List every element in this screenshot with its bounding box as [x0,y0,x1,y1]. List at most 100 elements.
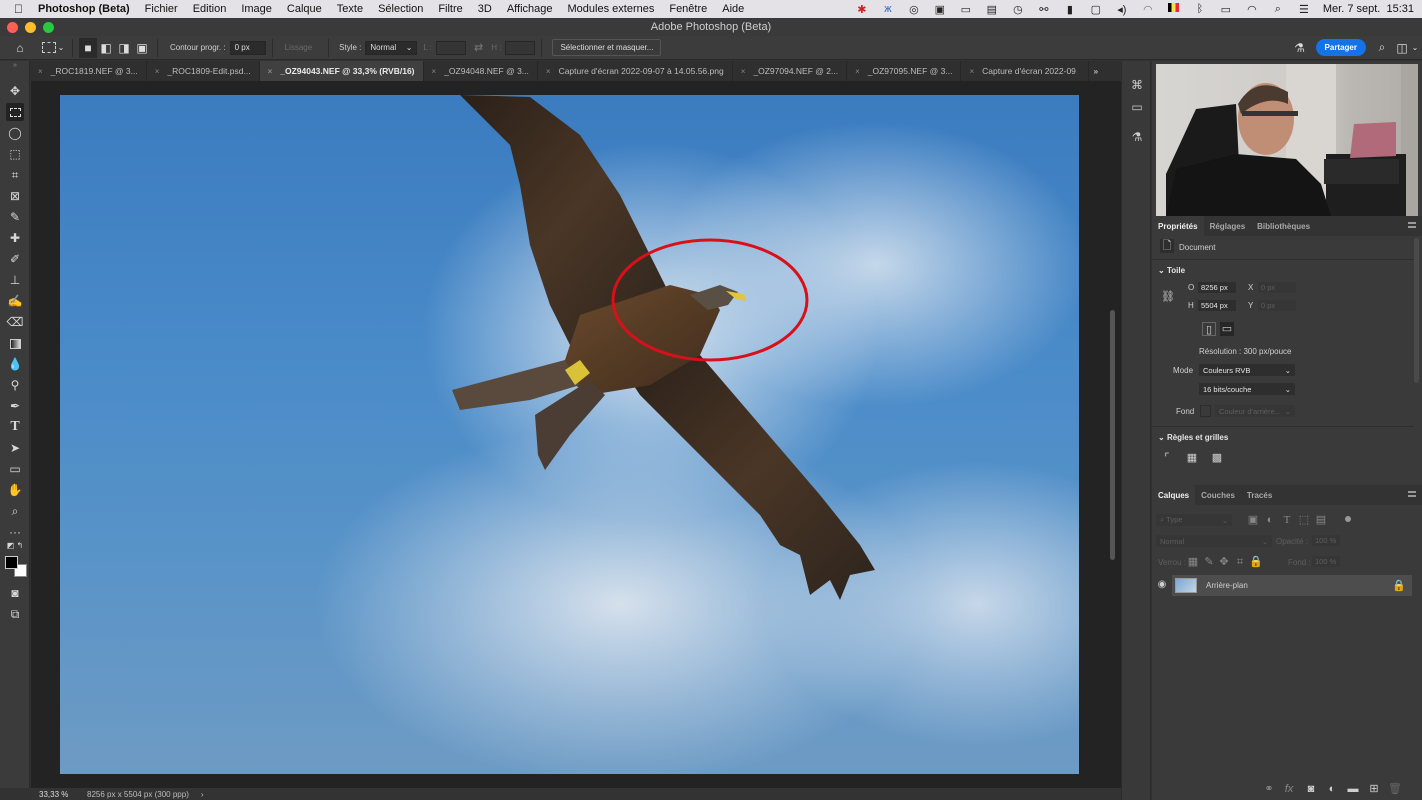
quick-mask-icon[interactable]: ◙ [6,584,24,602]
battery-icon[interactable]: ▭ [1219,3,1233,16]
rulers-icon[interactable]: ⌜ [1160,451,1174,465]
default-colors-icon[interactable]: ◩ ↰ [6,541,24,551]
marquee-tool-icon[interactable] [6,103,24,121]
menu-texte[interactable]: Texte [337,3,363,15]
bluetooth-icon[interactable]: ᛒ [1193,3,1207,15]
eye-icon[interactable]: ◉ [1155,578,1169,592]
type-tool-icon[interactable]: T [6,418,24,436]
pen-tool-icon[interactable]: ✒ [6,397,24,415]
antialias-checkbox[interactable]: Lissage [285,43,313,52]
lock-artboard-icon[interactable]: ⌗ [1233,555,1247,569]
add-selection-icon[interactable]: ◧ [97,41,115,55]
crop-tool-icon[interactable]: ⌗ [6,166,24,184]
tab-oz94043[interactable]: × _OZ94043.NEF @ 33,3% (RVB/16) [259,61,424,81]
rectangle-tool-icon[interactable]: ▭ [6,460,24,478]
comments-panel-icon[interactable]: ▭ [1129,99,1145,115]
history-panel-icon[interactable]: ⌘ [1129,77,1145,93]
datetime[interactable]: Mer. 7 sept. 15:31 [1323,3,1414,15]
menu-app[interactable]: Photoshop (Beta) [38,3,130,15]
butterfly-icon[interactable]: ж [881,3,895,15]
fill-opacity-input[interactable]: 100 % [1312,556,1340,567]
tab-paths[interactable]: Tracés [1241,485,1278,505]
foreground-color-swatch[interactable] [5,556,18,569]
volume-icon[interactable]: ◂) [1115,3,1129,16]
menu-aide[interactable]: Aide [722,3,744,15]
brush-tool-icon[interactable]: ✐ [6,250,24,268]
history-brush-tool-icon[interactable]: ✍ [6,292,24,310]
close-tab-icon[interactable]: × [268,67,273,76]
tabs-overflow-button[interactable]: » [1089,61,1102,81]
tab-layers[interactable]: Calques [1152,485,1196,505]
close-tab-icon[interactable]: × [741,67,746,76]
lock-pixels-icon[interactable]: ✎ [1202,555,1216,569]
close-tab-icon[interactable]: × [546,67,551,76]
close-tab-icon[interactable]: × [155,67,160,76]
tab-oz97094[interactable]: × _OZ97094.NEF @ 2... [733,61,848,81]
delete-layer-icon[interactable]: 🗑 [1388,782,1402,796]
eyedropper-tool-icon[interactable]: ✎ [6,208,24,226]
panel-menu-icon[interactable] [1408,491,1416,497]
airdrop-icon[interactable]: ◠ [1141,3,1155,16]
chevron-down-icon[interactable]: ⌄ [56,43,66,52]
intersect-selection-icon[interactable]: ▣ [133,41,151,55]
dodge-tool-icon[interactable]: ⚲ [6,376,24,394]
height-input[interactable] [505,40,536,55]
apple-icon[interactable]:  [14,2,28,16]
vertical-scrollbar[interactable] [1110,310,1115,560]
tab-roc1809[interactable]: × _ROC1809-Edit.psd... [147,61,260,81]
rulers-section-toggle[interactable]: ⌄ Règles et grilles [1158,433,1228,442]
layer-row[interactable]: Arrière-plan 🔒 [1172,575,1412,596]
new-layer-icon[interactable]: ⊞ [1367,782,1381,796]
menu-3d[interactable]: 3D [478,3,492,15]
hand-tool-icon[interactable]: ✋ [6,481,24,499]
time-machine-icon[interactable]: ◷ [1011,3,1025,16]
canvas-section-toggle[interactable]: ⌄ Toile [1158,266,1185,275]
panel-menu-icon[interactable] [1408,222,1416,228]
menu-fenetre[interactable]: Fenêtre [669,3,707,15]
feather-input[interactable]: 0 px [229,40,266,55]
tab-oz94048[interactable]: × _OZ94048.NEF @ 3... [424,61,538,81]
properties-scrollbar[interactable] [1414,238,1419,383]
tab-adjustments[interactable]: Réglages [1204,216,1252,236]
display-icon[interactable]: ▢ [1089,3,1103,16]
frame-tool-icon[interactable]: ⊠ [6,187,24,205]
flask-panel-icon[interactable]: ⚗ [1129,129,1145,145]
menu-fichier[interactable]: Fichier [145,3,178,15]
lock-all-icon[interactable]: 🔒 [1249,555,1263,569]
subtract-selection-icon[interactable]: ◨ [115,41,133,55]
lock-position-icon[interactable]: ✥ [1217,555,1231,569]
add-mask-icon[interactable]: ◙ [1304,782,1318,796]
clipboard-icon[interactable]: ▤ [985,3,999,16]
fx-icon[interactable]: fx [1282,782,1296,796]
spotlight-icon[interactable]: ⌕ [1271,3,1285,16]
filter-shape-icon[interactable]: ⬚ [1297,513,1311,527]
tab-capture-1[interactable]: × Capture d'écran 2022-09-07 à 14.05.56.p… [538,61,733,81]
camera-icon[interactable]: ▣ [933,3,947,16]
canvas-width-input[interactable]: 8256 px [1198,282,1236,293]
filter-adjustment-icon[interactable]: ◐ [1263,513,1277,527]
tab-roc1819[interactable]: × _ROC1819.NEF @ 3... [30,61,147,81]
healing-brush-tool-icon[interactable]: ✚ [6,229,24,247]
gradient-tool-icon[interactable] [6,334,24,352]
link-layers-icon[interactable]: ⚭ [1262,782,1276,796]
object-selection-tool-icon[interactable]: ⬚ [6,145,24,163]
filter-toggle[interactable] [1345,516,1351,522]
zoom-level[interactable]: 33,33 % [39,790,87,799]
new-selection-icon[interactable]: ■ [79,37,97,58]
wifi-icon[interactable]: ◠ [1245,3,1259,16]
menu-modules[interactable]: Modules externes [568,3,655,15]
collapse-icon[interactable]: » [6,61,24,71]
control-center-icon[interactable]: ☰ [1297,3,1311,16]
style-dropdown[interactable]: Normal ⌄ [365,40,418,55]
landscape-orientation-icon[interactable]: ▭ [1220,322,1234,336]
grid-icon[interactable]: ▦ [1185,451,1199,465]
filter-pixel-icon[interactable]: ▣ [1246,513,1260,527]
home-icon[interactable]: ⌂ [10,41,30,55]
bit-depth-dropdown[interactable]: 16 bits/couche ⌄ [1199,383,1295,395]
binoculars-icon[interactable]: ⚯ [1037,3,1051,16]
marquee-preset-icon[interactable] [42,42,56,53]
clone-stamp-tool-icon[interactable]: ⊥ [6,271,24,289]
menu-affichage[interactable]: Affichage [507,3,553,15]
flask-icon[interactable]: ⚗ [1292,41,1308,55]
new-group-icon[interactable]: ▬ [1346,782,1360,796]
